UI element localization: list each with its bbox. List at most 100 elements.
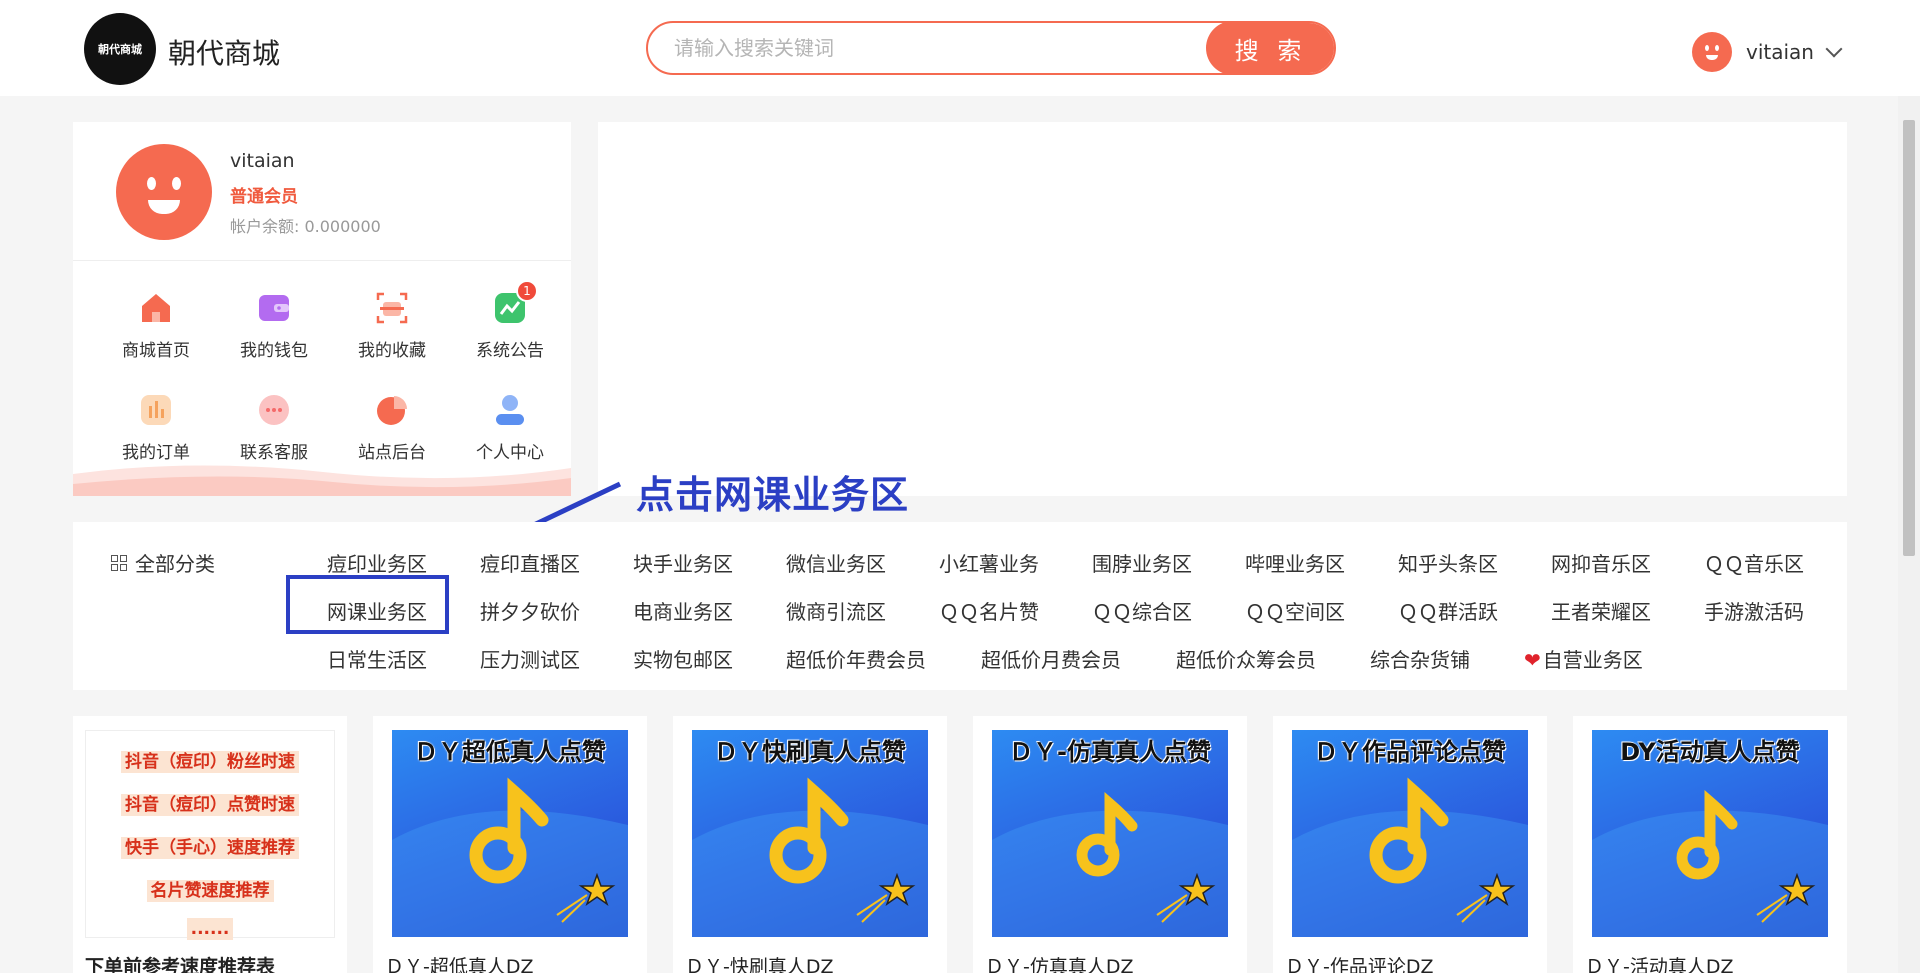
speed-guide-image: 抖音（痘印）粉丝时速 抖音（痘印）点赞时速 快手（手心）速度推荐 名片赞速度推荐…: [85, 730, 335, 940]
product-image: ＤＹ-仿真真人点赞: [992, 730, 1228, 937]
username: vitaian: [1746, 40, 1814, 64]
speed-guide-line: 名片赞速度推荐: [86, 876, 334, 902]
top-header: 朝代商城 朝代商城 搜 索 vitaian: [0, 0, 1920, 96]
heart-icon: ❤: [1524, 648, 1541, 672]
category-item[interactable]: 超低价众筹会员: [1176, 644, 1316, 673]
annotation-text: 点击网课业务区: [636, 473, 910, 517]
category-item[interactable]: ＱＱ空间区: [1245, 596, 1345, 625]
quick-link-orders[interactable]: 我的订单: [97, 392, 215, 463]
product-card[interactable]: ＤＹ-仿真真人点赞 ＤＹ-仿真真人DZ: [973, 716, 1247, 973]
user-center-icon: [492, 392, 528, 428]
product-image: ＤＹ作品评论点赞: [1292, 730, 1528, 937]
divider: [73, 260, 571, 261]
highlight-box: [286, 575, 449, 634]
category-item[interactable]: ＱＱ音乐区: [1704, 548, 1804, 577]
category-item[interactable]: 微商引流区: [786, 596, 886, 625]
quick-link-user-center[interactable]: 个人中心: [451, 392, 569, 463]
speed-guide-line: 抖音（痘印）粉丝时速: [86, 747, 334, 773]
product-caption: 下单前参考速度推荐表: [85, 956, 276, 973]
category-item[interactable]: 拼夕夕砍价: [480, 596, 580, 625]
music-note-icon: [1592, 790, 1828, 937]
product-caption: ＤＹ-活动真人DZ: [1585, 956, 1734, 973]
product-card[interactable]: ＤＹ作品评论点赞 ＤＹ-作品评论DZ: [1273, 716, 1547, 973]
quick-link-label: 我的钱包: [240, 341, 308, 361]
scrollbar-thumb[interactable]: [1903, 120, 1915, 556]
product-image: ＤＹ快刷真人点赞: [692, 730, 928, 937]
speed-guide-line: ......: [86, 918, 334, 940]
category-item[interactable]: 日常生活区: [327, 644, 427, 673]
user-menu[interactable]: vitaian: [1692, 32, 1843, 72]
quick-link-home[interactable]: 商城首页: [97, 290, 215, 361]
page-scrollbar[interactable]: [1898, 96, 1920, 973]
quick-link-customer-service[interactable]: 联系客服: [215, 392, 333, 463]
site-admin-icon: [374, 392, 410, 428]
product-caption: ＤＹ-快刷真人DZ: [685, 956, 834, 973]
banner: [598, 122, 1847, 496]
notification-badge: 1: [516, 280, 538, 302]
quick-link-label: 系统公告: [476, 341, 544, 361]
decorative-wave: [73, 465, 571, 496]
all-categories-label: 全部分类: [135, 552, 215, 576]
category-item[interactable]: 块手业务区: [633, 548, 733, 577]
grid-icon: [111, 554, 127, 571]
avatar-icon: [1692, 32, 1732, 72]
category-item[interactable]: 微信业务区: [786, 548, 886, 577]
category-item[interactable]: 手游激活码: [1704, 596, 1804, 625]
category-item[interactable]: 围脖业务区: [1092, 548, 1192, 577]
speed-guide-line: 快手（手心）速度推荐: [86, 833, 334, 859]
account-balance: 帐户余额: 0.000000: [230, 217, 381, 236]
customer-service-icon: [256, 392, 292, 428]
announcement-icon: 1: [492, 280, 538, 326]
music-note-icon: [1292, 777, 1528, 937]
category-item[interactable]: ＱＱ群活跃: [1398, 596, 1498, 625]
speed-guide-line: 抖音（痘印）点赞时速: [86, 790, 334, 816]
category-item[interactable]: ＱＱ名片赞: [939, 596, 1039, 625]
quick-link-site-admin[interactable]: 站点后台: [333, 392, 451, 463]
category-item[interactable]: 压力测试区: [480, 644, 580, 673]
site-logo[interactable]: 朝代商城: [84, 13, 156, 85]
product-card-speed-guide[interactable]: 抖音（痘印）粉丝时速 抖音（痘印）点赞时速 快手（手心）速度推荐 名片赞速度推荐…: [73, 716, 347, 973]
music-note-icon: [992, 792, 1228, 937]
category-item[interactable]: ＱＱ综合区: [1092, 596, 1192, 625]
category-item[interactable]: 综合杂货铺: [1370, 644, 1470, 673]
search-input[interactable]: [674, 23, 1194, 73]
quick-link-label: 我的收藏: [358, 341, 426, 361]
quick-link-favorites[interactable]: 我的收藏: [333, 290, 451, 361]
category-item-self-operated[interactable]: ❤ 自营业务区: [1524, 644, 1643, 673]
category-item[interactable]: 小红薯业务: [939, 548, 1039, 577]
product-caption: ＤＹ-仿真真人DZ: [985, 956, 1134, 973]
category-item[interactable]: 哔哩业务区: [1245, 548, 1345, 577]
quick-link-label: 商城首页: [122, 341, 190, 361]
profile-card: vitaian 普通会员 帐户余额: 0.000000 商城首页 我的钱包 我的…: [73, 122, 571, 496]
category-label: 自营业务区: [1542, 648, 1643, 672]
profile-username: vitaian: [230, 150, 295, 172]
category-item[interactable]: 超低价月费会员: [981, 644, 1121, 673]
category-item[interactable]: 实物包邮区: [633, 644, 733, 673]
product-card[interactable]: DY活动真人点赞 ＤＹ-活动真人DZ: [1573, 716, 1847, 973]
category-item[interactable]: 电商业务区: [633, 596, 733, 625]
product-caption: ＤＹ-作品评论DZ: [1285, 956, 1434, 973]
product-image: DY活动真人点赞: [1592, 730, 1828, 937]
category-item[interactable]: 网抑音乐区: [1551, 548, 1651, 577]
product-image: ＤＹ超低真人点赞: [392, 730, 628, 937]
search-box: 搜 索: [646, 21, 1336, 75]
chevron-down-icon: [1825, 40, 1843, 58]
product-card[interactable]: ＤＹ超低真人点赞 ＤＹ-超低真人DZ: [373, 716, 647, 973]
avatar-icon[interactable]: [116, 144, 212, 240]
member-level: 普通会员: [230, 187, 298, 207]
music-note-icon: [392, 777, 628, 937]
quick-link-wallet[interactable]: 我的钱包: [215, 290, 333, 361]
search-button[interactable]: 搜 索: [1206, 23, 1334, 73]
category-item[interactable]: 痘印直播区: [480, 548, 580, 577]
category-item[interactable]: 超低价年费会员: [786, 644, 926, 673]
product-card[interactable]: ＤＹ快刷真人点赞 ＤＹ-快刷真人DZ: [673, 716, 947, 973]
all-categories[interactable]: 全部分类: [111, 548, 215, 577]
category-item[interactable]: 知乎头条区: [1398, 548, 1498, 577]
music-note-icon: [692, 777, 928, 937]
category-item[interactable]: 痘印业务区: [327, 548, 427, 577]
product-caption: ＤＹ-超低真人DZ: [385, 956, 534, 973]
favorites-icon: [374, 290, 410, 326]
category-item[interactable]: 王者荣耀区: [1551, 596, 1651, 625]
site-name[interactable]: 朝代商城: [168, 32, 280, 72]
quick-link-announcement[interactable]: 1 系统公告: [451, 280, 569, 361]
